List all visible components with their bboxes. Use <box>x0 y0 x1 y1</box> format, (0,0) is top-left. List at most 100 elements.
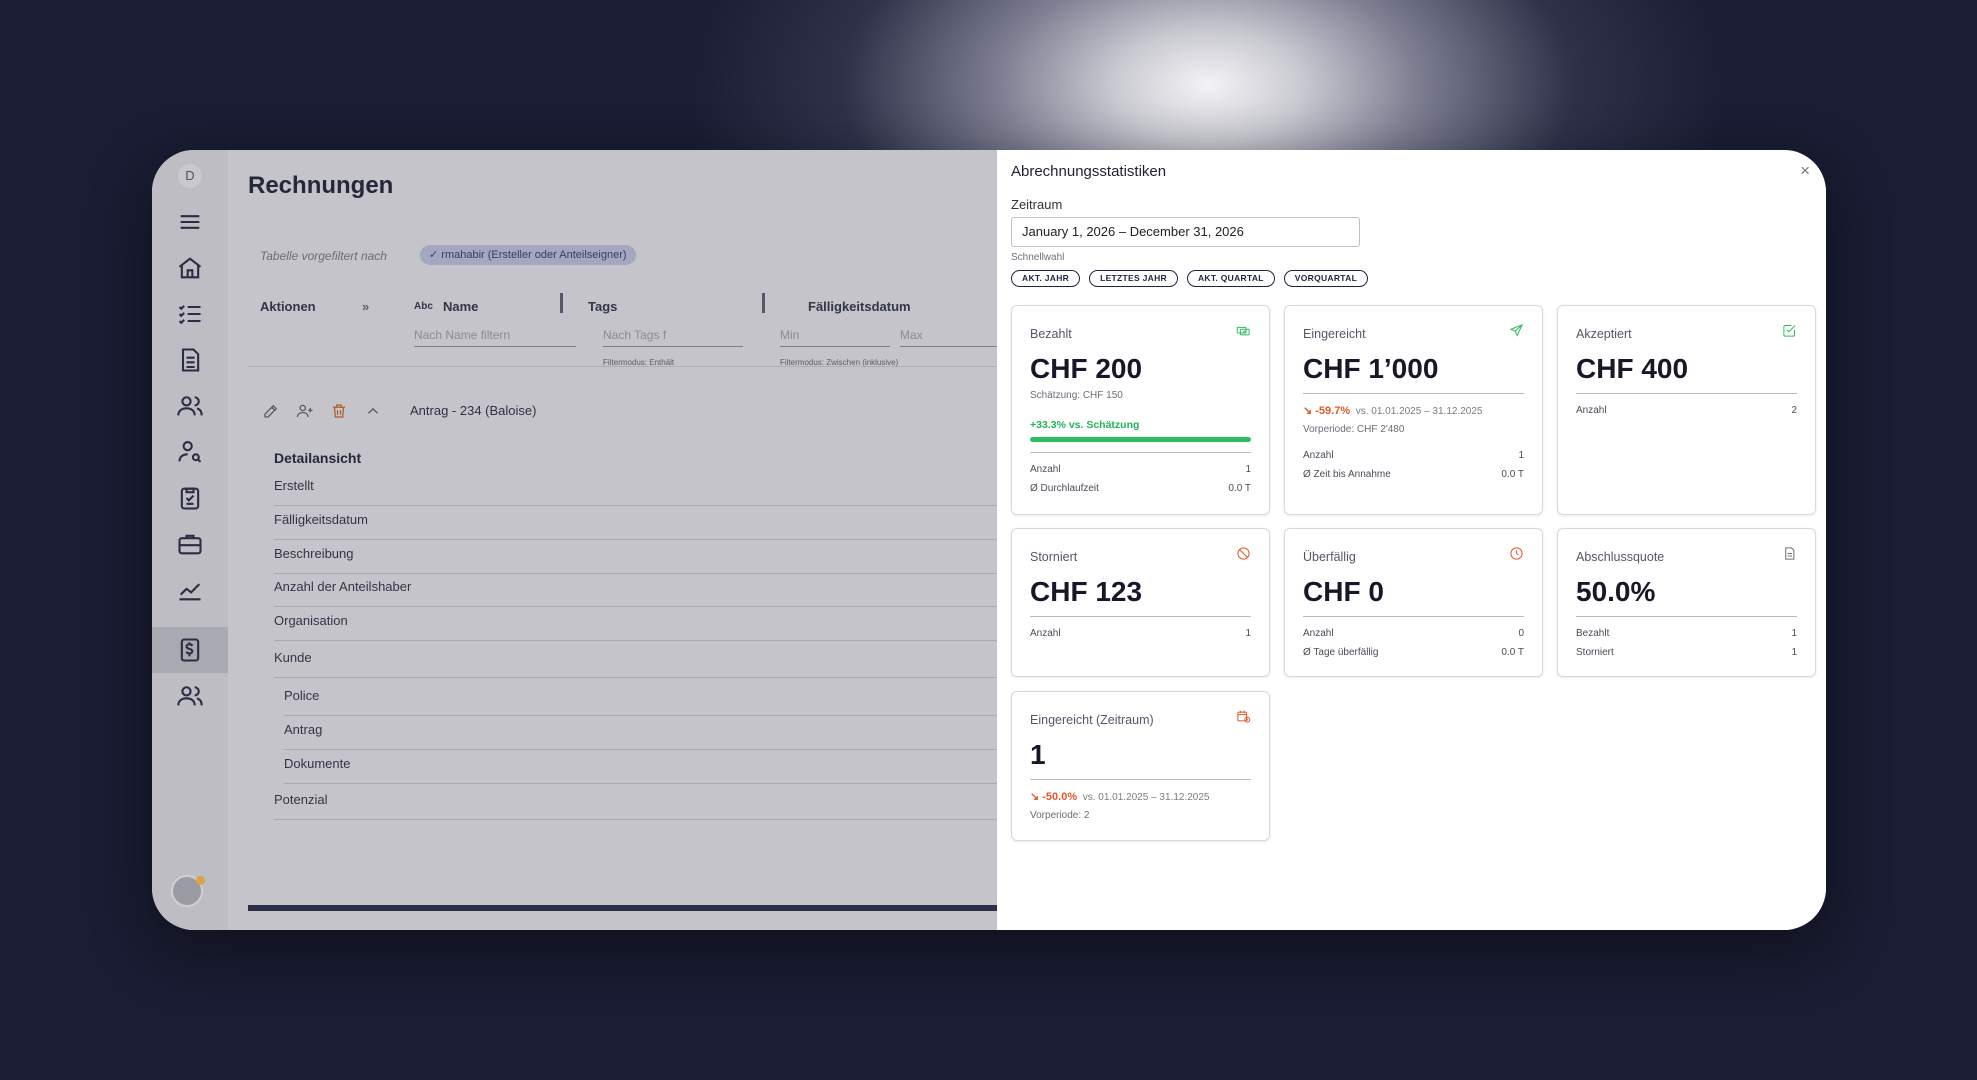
quick-select-chips: AKT. JAHR LETZTES JAHR AKT. QUARTAL VORQ… <box>1011 270 1369 287</box>
card-title: Eingereicht <box>1303 327 1366 341</box>
chip-previous-quarter[interactable]: VORQUARTAL <box>1283 270 1369 287</box>
home-icon[interactable] <box>172 250 208 286</box>
card-value: CHF 200 <box>1030 353 1143 384</box>
stat-value: 1 <box>1791 628 1797 639</box>
row-title: Antrag - 234 (Baloise) <box>410 403 537 418</box>
stat-row: Anzahl 1 <box>1030 628 1251 639</box>
progress-fill <box>1030 437 1251 442</box>
divider <box>1303 616 1524 617</box>
team-icon[interactable] <box>172 678 208 714</box>
card-title: Abschlussquote <box>1576 550 1665 564</box>
tags-column-header[interactable]: Tags <box>588 299 617 314</box>
menu-icon[interactable] <box>172 204 208 240</box>
due-max-input[interactable]: Max <box>900 328 997 347</box>
table-header: Aktionen » Abc Name Nach Name filtern Ta… <box>248 287 997 367</box>
app-window: D Rechnungen Tabelle vorgefiltert nach ✓… <box>152 150 1826 930</box>
document-icon[interactable] <box>172 342 208 378</box>
delete-icon[interactable] <box>330 402 348 425</box>
name-filter-input[interactable]: Nach Name filtern <box>414 328 576 347</box>
stat-value: 1 <box>1245 628 1251 639</box>
document-icon <box>1782 546 1797 561</box>
detail-field: Fälligkeitsdatum <box>274 512 997 540</box>
closing-rate-card: Abschlussquote 50.0% Bezahlt 1 Storniert 1 <box>1557 528 1816 677</box>
expand-all-icon[interactable]: » <box>362 299 369 314</box>
divider <box>1030 616 1251 617</box>
chip-last-year[interactable]: LETZTES JAHR <box>1089 270 1178 287</box>
check-square-icon <box>1782 323 1797 338</box>
stat-row: Anzahl 1 <box>1030 464 1251 475</box>
text-type-icon: Abc <box>414 301 433 312</box>
horizontal-scrollbar[interactable] <box>248 905 997 911</box>
edit-icon[interactable] <box>262 402 280 425</box>
stat-value: 2 <box>1791 405 1797 416</box>
tags-filter-mode: Filtermodus: Enthält <box>603 358 675 367</box>
stat-value: 1 <box>1518 450 1524 461</box>
stat-label: Anzahl <box>1303 450 1334 461</box>
tasks-icon[interactable] <box>172 296 208 332</box>
users-icon[interactable] <box>172 388 208 424</box>
card-value: CHF 400 <box>1576 353 1689 384</box>
column-resizer[interactable] <box>560 293 563 313</box>
trend-range: vs. 01.01.2025 – 31.12.2025 <box>1082 792 1210 803</box>
stat-row: Anzahl 0 <box>1303 628 1524 639</box>
due-filter-mode: Filtermodus: Zwischen (inklusive) <box>780 358 899 367</box>
name-column-header[interactable]: Name <box>443 299 478 314</box>
invoice-icon[interactable] <box>172 632 208 668</box>
stat-value: 0.0 T <box>1501 647 1524 658</box>
clock-icon <box>1509 546 1524 561</box>
stat-row: Anzahl 1 <box>1303 450 1524 461</box>
overdue-card: Überfällig CHF 0 Anzahl 0 Ø Tage überfäll… <box>1284 528 1543 677</box>
chip-current-quarter[interactable]: AKT. QUARTAL <box>1186 270 1275 287</box>
invoices-app: D Rechnungen Tabelle vorgefiltert nach ✓… <box>152 150 997 930</box>
cash-icon <box>1236 323 1251 338</box>
stat-label: Anzahl <box>1303 628 1334 639</box>
workspace-initial[interactable]: D <box>178 164 202 188</box>
due-min-input[interactable]: Min <box>780 328 890 347</box>
card-title: Eingereicht (Zeitraum) <box>1030 713 1154 727</box>
divider <box>1576 393 1797 394</box>
stat-value: 0.0 T <box>1501 469 1524 480</box>
detail-field: Potenzial <box>274 792 997 820</box>
stat-value: 1 <box>1245 464 1251 475</box>
trend-value: ↘ -50.0% <box>1030 791 1078 803</box>
stat-label: Ø Durchlaufzeit <box>1030 483 1099 494</box>
prefilter-label: Tabelle vorgefiltert nach <box>260 249 387 263</box>
briefcase-icon[interactable] <box>172 526 208 562</box>
submitted-period-card: Eingereicht (Zeitraum) 1 ↘ -50.0% vs. 01… <box>1011 691 1270 841</box>
period-date-range-input[interactable]: January 1, 2026 – December 31, 2026 <box>1011 217 1360 247</box>
card-value: 1 <box>1030 739 1046 770</box>
clipboard-icon[interactable] <box>172 480 208 516</box>
send-icon <box>1509 323 1524 338</box>
detail-field: Organisation <box>274 613 997 641</box>
card-value: CHF 0 <box>1303 576 1384 607</box>
close-icon[interactable]: × <box>1800 162 1810 179</box>
table-row[interactable]: Antrag - 234 (Baloise) <box>248 390 997 432</box>
main-content: Rechnungen Tabelle vorgefiltert nach ✓ r… <box>228 150 997 930</box>
chart-icon[interactable] <box>172 572 208 608</box>
progress-label: +33.3% vs. Schätzung <box>1030 419 1140 431</box>
divider <box>1576 616 1797 617</box>
stat-label: Anzahl <box>1030 628 1061 639</box>
detail-subfield: Antrag <box>284 722 997 750</box>
submitted-card: Eingereicht CHF 1’000 ↘ -59.7% vs. 01.01… <box>1284 305 1543 515</box>
card-title: Storniert <box>1030 550 1078 564</box>
tags-filter-input[interactable]: Nach Tags f <box>603 328 743 347</box>
trend-row: ↘ -59.7% vs. 01.01.2025 – 31.12.2025 <box>1303 404 1482 417</box>
card-value: CHF 123 <box>1030 576 1143 607</box>
detail-field: Kunde <box>274 650 997 678</box>
calendar-clock-icon <box>1236 709 1251 724</box>
detail-heading: Detailansicht <box>274 450 362 466</box>
divider <box>1303 393 1524 394</box>
stat-value: 1 <box>1791 647 1797 658</box>
chip-current-year[interactable]: AKT. JAHR <box>1011 270 1081 287</box>
column-resizer[interactable] <box>762 293 765 313</box>
collapse-icon[interactable] <box>364 402 382 425</box>
due-date-column-header[interactable]: Fälligkeitsdatum <box>808 299 911 314</box>
prefilter-chip[interactable]: ✓ rmahabir (Ersteller oder Anteilseigner… <box>420 245 636 265</box>
add-user-icon[interactable] <box>296 402 314 425</box>
paid-card: Bezahlt CHF 200 Schätzung: CHF 150 +33.3… <box>1011 305 1270 515</box>
user-search-icon[interactable] <box>172 434 208 470</box>
cancelled-card: Storniert CHF 123 Anzahl 1 <box>1011 528 1270 677</box>
period-label: Zeitraum <box>1011 197 1063 212</box>
divider <box>1030 452 1251 453</box>
